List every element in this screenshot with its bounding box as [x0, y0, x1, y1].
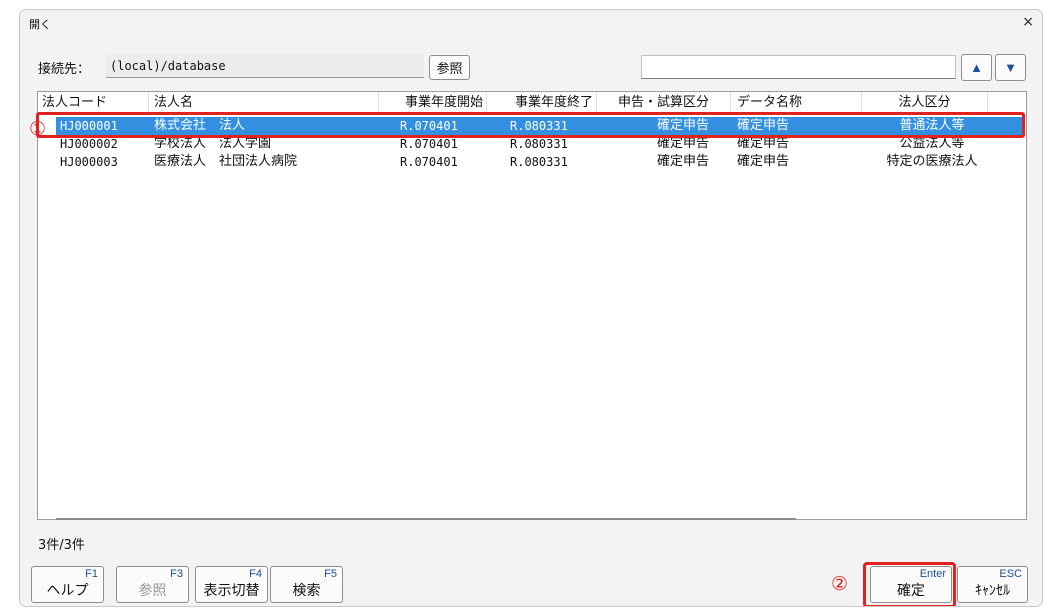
column-header-end[interactable]: 事業年度終了 — [487, 92, 597, 114]
button-label: ヘルプ — [46, 582, 89, 598]
confirm-highlight-frame — [863, 562, 956, 606]
key-hint: ESC — [999, 568, 1022, 580]
key-hint: F1 — [85, 568, 98, 580]
column-header-type[interactable]: 申告・試算区分 — [597, 92, 731, 114]
table-row[interactable]: HJ000003 医療法人 社団法人病院 R.070401 R.080331 確… — [56, 153, 1024, 171]
connection-input[interactable] — [106, 54, 424, 78]
row-type: 確定申告 — [656, 154, 709, 169]
key-hint: F4 — [249, 568, 262, 580]
move-down-button[interactable]: ▼ — [995, 54, 1026, 81]
connection-ref-button[interactable]: 参照 — [429, 55, 470, 80]
key-hint: F3 — [170, 568, 183, 580]
row-end: R.080331 — [510, 155, 568, 169]
button-label: ｷｬﾝｾﾙ — [975, 582, 1010, 598]
triangle-up-icon: ▲ — [970, 60, 983, 75]
move-up-button[interactable]: ▲ — [961, 54, 992, 81]
search-input[interactable] — [641, 55, 956, 79]
open-dialog: 開く × 接続先： 参照 ▲ ▼ 法人コード 法人名 事業年度開始 事業年度終了… — [19, 9, 1043, 607]
button-label: 参照 — [138, 582, 167, 598]
column-header-code[interactable]: 法人コード — [42, 92, 149, 114]
row-category: 特定の医療法人 — [886, 154, 978, 169]
selected-row-highlight-frame — [36, 112, 1025, 138]
row-start: R.070401 — [400, 155, 458, 169]
dialog-title: 開く — [29, 18, 51, 31]
close-icon[interactable]: × — [1022, 14, 1034, 30]
list-header: 法人コード 法人名 事業年度開始 事業年度終了 申告・試算区分 データ名称 法人… — [38, 92, 1026, 114]
column-header-start[interactable]: 事業年度開始 — [379, 92, 487, 114]
corporation-list[interactable]: 法人コード 法人名 事業年度開始 事業年度終了 申告・試算区分 データ名称 法人… — [37, 91, 1027, 520]
column-header-data-name[interactable]: データ名称 — [731, 92, 862, 114]
key-hint: F5 — [324, 568, 337, 580]
row-data-name: 確定申告 — [737, 154, 790, 169]
toggle-view-button[interactable]: F4 表示切替 — [195, 566, 268, 603]
button-label: 表示切替 — [203, 582, 260, 598]
button-label: 検索 — [292, 582, 321, 598]
record-count: 3件/3件 — [38, 538, 85, 553]
annotation-marker-1: ① — [29, 118, 47, 140]
horizontal-scrollbar[interactable] — [56, 518, 796, 520]
annotation-marker-2: ② — [831, 573, 849, 595]
help-button[interactable]: F1 ヘルプ — [31, 566, 104, 603]
row-code: HJ000003 — [60, 155, 118, 169]
column-header-category[interactable]: 法人区分 — [862, 92, 988, 114]
title-bar: 開く × — [20, 10, 1042, 38]
reference-button: F3 参照 — [116, 566, 189, 603]
search-button[interactable]: F5 検索 — [270, 566, 343, 603]
cancel-button[interactable]: ESC ｷｬﾝｾﾙ — [957, 566, 1028, 603]
connection-label: 接続先： — [38, 62, 91, 77]
row-name: 医療法人 社団法人病院 — [154, 154, 298, 169]
column-header-name[interactable]: 法人名 — [150, 92, 379, 114]
triangle-down-icon: ▼ — [1004, 60, 1017, 75]
